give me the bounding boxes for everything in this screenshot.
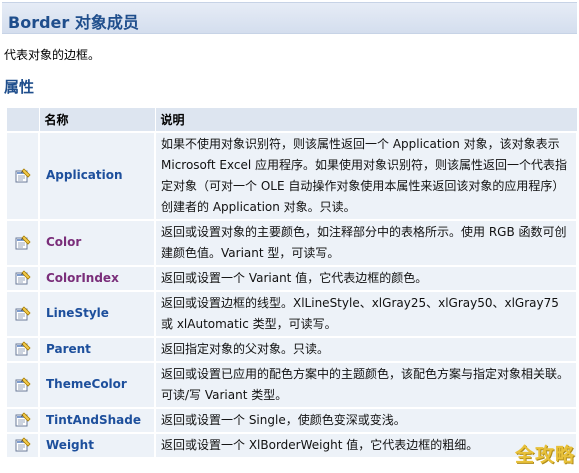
property-description: 返回指定对象的父对象。只读。 (154, 335, 578, 363)
property-description: 返回或设置已应用的配色方案中的主题颜色，该配色方案与指定对象相关联。可读/写 V… (154, 360, 578, 409)
icon-column-header (5, 107, 40, 132)
icon-cell (5, 289, 40, 338)
description-column-header: 说明 (154, 107, 578, 132)
table-header-row: 名称 说明 (5, 107, 578, 132)
property-name-cell: Color (38, 218, 156, 267)
icon-cell (5, 130, 40, 221)
icon-cell (5, 431, 40, 459)
page-title: Border 对象成员 (8, 13, 139, 32)
property-name-cell: TintAndShade (38, 406, 156, 434)
property-link-application[interactable]: Application (46, 168, 123, 182)
property-name-cell: Parent (38, 335, 156, 363)
property-description: 返回或设置对象的主要颜色，如注释部分中的表格所示。使用 RGB 函数可创建颜色值… (154, 218, 578, 267)
property-description: 返回或设置一个 XlBorderWeight 值，它代表边框的粗细。 (154, 431, 578, 459)
table-row-colorindex: ColorIndex 返回或设置一个 Variant 值，它代表边框的颜色。 (5, 264, 578, 292)
property-description: 如果不使用对象识别符，则该属性返回一个 Application 对象，该对象表示… (154, 130, 578, 221)
table-row-tintandshade: TintAndShade 返回或设置一个 Single，使颜色变深或变浅。 (5, 406, 578, 434)
icon-cell (5, 335, 40, 363)
property-icon (15, 376, 31, 393)
icon-cell (5, 264, 40, 292)
property-link-colorindex[interactable]: ColorIndex (46, 271, 119, 285)
icon-cell (5, 360, 40, 409)
table-row-weight: Weight 返回或设置一个 XlBorderWeight 值，它代表边框的粗细… (5, 431, 578, 459)
name-column-header: 名称 (38, 107, 156, 132)
icon-cell (5, 218, 40, 267)
table-row-linestyle: LineStyle 返回或设置边框的线型。XlLineStyle、xlGray2… (5, 289, 578, 338)
property-link-color[interactable]: Color (46, 235, 81, 249)
property-icon (15, 305, 31, 322)
icon-cell (5, 406, 40, 434)
property-icon (15, 167, 31, 184)
property-icon (15, 437, 31, 453)
property-description: 返回或设置边框的线型。XlLineStyle、xlGray25、xlGray50… (154, 289, 578, 338)
table-row-color: Color 返回或设置对象的主要颜色，如注释部分中的表格所示。使用 RGB 函数… (5, 218, 578, 267)
property-description: 返回或设置一个 Variant 值，它代表边框的颜色。 (154, 264, 578, 292)
properties-table: 名称 说明 Application 如果不使用对象识别符，则该属性返回一个 Ap… (5, 107, 578, 459)
property-name-cell: LineStyle (38, 289, 156, 338)
property-icon (15, 341, 31, 357)
property-link-weight[interactable]: Weight (46, 438, 94, 452)
table-row-application: Application 如果不使用对象识别符，则该属性返回一个 Applicat… (5, 130, 578, 221)
section-heading-properties: 属性 (4, 78, 35, 96)
table-row-parent: Parent 返回指定对象的父对象。只读。 (5, 335, 578, 363)
property-link-themecolor[interactable]: ThemeColor (46, 377, 127, 391)
property-link-parent[interactable]: Parent (46, 342, 91, 356)
property-name-cell: Weight (38, 431, 156, 459)
property-icon (15, 412, 31, 428)
property-link-tintandshade[interactable]: TintAndShade (46, 413, 141, 427)
property-icon (15, 270, 31, 286)
property-link-linestyle[interactable]: LineStyle (46, 306, 109, 320)
watermark-logo: 全攻略 (514, 444, 575, 466)
object-description: 代表对象的边框。 (4, 48, 101, 62)
property-name-cell: Application (38, 130, 156, 221)
property-name-cell: ThemeColor (38, 360, 156, 409)
table-row-themecolor: ThemeColor 返回或设置已应用的配色方案中的主题颜色，该配色方案与指定对… (5, 360, 578, 409)
property-description: 返回或设置一个 Single，使颜色变深或变浅。 (154, 406, 578, 434)
property-name-cell: ColorIndex (38, 264, 156, 292)
title-bar: Border 对象成员 (2, 2, 577, 34)
property-icon (15, 234, 31, 251)
